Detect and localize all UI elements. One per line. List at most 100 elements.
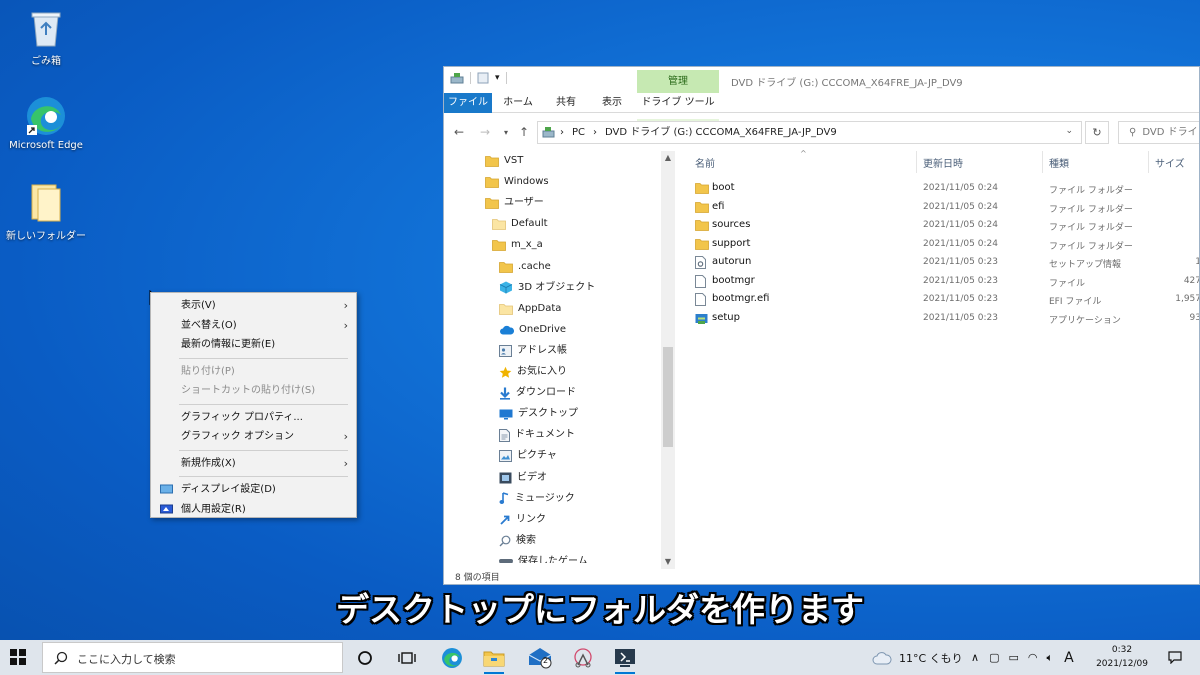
- nav-item-6[interactable]: .cache: [499, 257, 551, 277]
- properties-icon[interactable]: [477, 72, 489, 84]
- nav-item-4[interactable]: Default: [492, 214, 548, 234]
- file-row[interactable]: support 2021/11/05 0:24 ファイル フォルダー: [676, 235, 1199, 254]
- nav-item-11[interactable]: お気に入り: [499, 362, 567, 382]
- show-hidden-icons-chevron-icon[interactable]: ∧: [971, 651, 979, 664]
- scroll-thumb[interactable]: [663, 347, 673, 447]
- nav-item-12[interactable]: ダウンロード: [499, 383, 576, 403]
- scroll-down-icon[interactable]: ▼: [661, 555, 675, 569]
- notification-center-icon[interactable]: [1168, 651, 1182, 667]
- search-input[interactable]: ⚲ DVD ドライ: [1118, 121, 1199, 144]
- contextual-tab-manage[interactable]: 管理: [637, 70, 719, 93]
- menu-item-graphics-options[interactable]: グラフィック オプション ›: [151, 427, 356, 447]
- nav-item-10[interactable]: アドレス帳: [499, 341, 567, 361]
- ime-indicator[interactable]: A: [1064, 650, 1074, 666]
- start-button[interactable]: [10, 649, 26, 668]
- nav-item-label: Windows: [504, 176, 549, 188]
- personalize-icon: [160, 504, 173, 513]
- tab-drive-tools[interactable]: ドライブ ツール: [637, 93, 719, 113]
- nav-item-label: 検索: [516, 534, 536, 546]
- up-arrow-icon[interactable]: ↑: [519, 125, 529, 139]
- file-row[interactable]: sources 2021/11/05 0:24 ファイル フォルダー: [676, 216, 1199, 235]
- desktop-icon-edge[interactable]: Microsoft Edge: [6, 94, 86, 151]
- tab-file[interactable]: ファイル: [444, 93, 492, 113]
- forward-arrow-icon[interactable]: →: [480, 125, 490, 139]
- file-row[interactable]: autorun 2021/11/05 0:23 セットアップ情報 1: [676, 253, 1199, 272]
- column-separator[interactable]: [1042, 151, 1043, 173]
- volume-icon[interactable]: 🔈︎: [1046, 651, 1053, 665]
- nav-item-9[interactable]: OneDrive: [499, 320, 566, 340]
- file-row[interactable]: bootmgr.efi 2021/11/05 0:23 EFI ファイル 1,957: [676, 290, 1199, 309]
- menu-item-new[interactable]: 新規作成(X) ›: [151, 454, 356, 474]
- customize-qat-icon[interactable]: ▾: [495, 73, 500, 83]
- refresh-button[interactable]: ↻: [1085, 121, 1109, 144]
- battery-icon[interactable]: ▭: [1008, 651, 1018, 664]
- column-type[interactable]: 種類: [1049, 155, 1069, 170]
- column-name[interactable]: 名前: [695, 155, 715, 170]
- weather-widget[interactable]: 11°C くもり: [872, 640, 963, 675]
- column-size[interactable]: サイズ: [1155, 155, 1185, 170]
- menu-item-personalize[interactable]: 個人用設定(R): [151, 500, 356, 520]
- menu-item-display-settings[interactable]: ディスプレイ設定(D): [151, 480, 356, 500]
- menu-item-label: ディスプレイ設定(D): [181, 484, 276, 495]
- menu-item-view[interactable]: 表示(V) ›: [151, 296, 356, 316]
- taskbar-snipping-tool[interactable]: [569, 644, 597, 671]
- file-type: アプリケーション: [1049, 315, 1121, 326]
- column-separator[interactable]: [916, 151, 917, 173]
- nav-item-19[interactable]: 検索: [499, 531, 536, 551]
- back-arrow-icon[interactable]: ←: [454, 125, 464, 139]
- nav-item-3[interactable]: ユーザー: [485, 193, 544, 213]
- file-row[interactable]: bootmgr 2021/11/05 0:23 ファイル 427: [676, 272, 1199, 291]
- tab-view[interactable]: 表示: [592, 93, 632, 113]
- nav-item-17[interactable]: ミュージック: [499, 489, 575, 509]
- task-view-button[interactable]: [393, 644, 421, 671]
- tab-home[interactable]: ホーム: [498, 93, 538, 113]
- network-icon[interactable]: ◠: [1028, 651, 1038, 664]
- desktop-icon-recycle-bin[interactable]: ごみ箱: [6, 6, 86, 67]
- menu-item-refresh[interactable]: 最新の情報に更新(E): [151, 335, 356, 355]
- title-bar: ▾ 管理 DVD ドライブ (G:) CCCOMA_X64FRE_JA-JP_D…: [444, 67, 1199, 93]
- column-date[interactable]: 更新日時: [923, 155, 963, 170]
- nav-item-20[interactable]: 保存したゲーム: [499, 552, 588, 563]
- folder-icon: [499, 261, 513, 273]
- nav-item-14[interactable]: ドキュメント: [499, 425, 575, 445]
- nav-item-2[interactable]: Windows: [485, 172, 549, 192]
- nav-item-8[interactable]: AppData: [499, 299, 561, 319]
- address-bar[interactable]: › PC › DVD ドライブ (G:) CCCOMA_X64FRE_JA-JP…: [537, 121, 1082, 144]
- file-row[interactable]: boot 2021/11/05 0:24 ファイル フォルダー: [676, 179, 1199, 198]
- taskbar-search-box[interactable]: ここに入力して検索: [42, 642, 343, 673]
- file-size: 1: [1141, 257, 1199, 267]
- nav-item-5[interactable]: m_x_a: [492, 235, 543, 255]
- device-icon[interactable]: ▢: [989, 651, 999, 664]
- taskbar-clock[interactable]: 0:32 2021/12/09: [1094, 643, 1150, 671]
- cortana-icon: [358, 650, 372, 665]
- nav-item-15[interactable]: ピクチャ: [499, 446, 557, 466]
- recent-locations-chevron-icon[interactable]: ▾: [504, 128, 508, 137]
- nav-item-label: ピクチャ: [517, 450, 557, 462]
- address-dropdown-chevron-icon[interactable]: ⌄: [1065, 126, 1073, 136]
- nav-item-18[interactable]: リンク: [499, 510, 546, 530]
- taskbar-edge[interactable]: [438, 644, 466, 671]
- taskbar-mail[interactable]: 2: [526, 644, 554, 671]
- nav-item-13[interactable]: デスクトップ: [499, 404, 578, 424]
- file-row[interactable]: setup 2021/11/05 0:23 アプリケーション 93: [676, 309, 1199, 328]
- column-separator[interactable]: [1148, 151, 1149, 173]
- desktop-icon-new-folder[interactable]: 新しいフォルダー: [6, 181, 86, 242]
- nav-item-7[interactable]: 3D オブジェクト: [499, 278, 595, 298]
- nav-scrollbar[interactable]: ▲ ▼: [661, 151, 675, 569]
- menu-item-sort[interactable]: 並べ替え(O) ›: [151, 316, 356, 336]
- scroll-up-icon[interactable]: ▲: [661, 151, 675, 165]
- taskbar-file-explorer[interactable]: [480, 644, 508, 674]
- menu-item-graphics-properties[interactable]: グラフィック プロパティ...: [151, 408, 356, 428]
- tab-share[interactable]: 共有: [546, 93, 586, 113]
- nav-item-16[interactable]: ビデオ: [499, 468, 547, 488]
- file-name: sources: [712, 219, 751, 230]
- cortana-button[interactable]: [351, 644, 379, 671]
- file-row[interactable]: efi 2021/11/05 0:24 ファイル フォルダー: [676, 198, 1199, 217]
- taskbar-setup-app[interactable]: [611, 644, 639, 674]
- breadcrumb-item-dvd-drive[interactable]: DVD ドライブ (G:) CCCOMA_X64FRE_JA-JP_DV9: [605, 122, 837, 143]
- menu-item-label: ショートカットの貼り付け(S): [181, 385, 316, 396]
- drive-icon[interactable]: [450, 72, 464, 84]
- breadcrumb-item-pc[interactable]: PC: [572, 122, 585, 143]
- nav-item-1[interactable]: VST: [485, 151, 523, 171]
- file-type: ファイル フォルダー: [1049, 186, 1133, 196]
